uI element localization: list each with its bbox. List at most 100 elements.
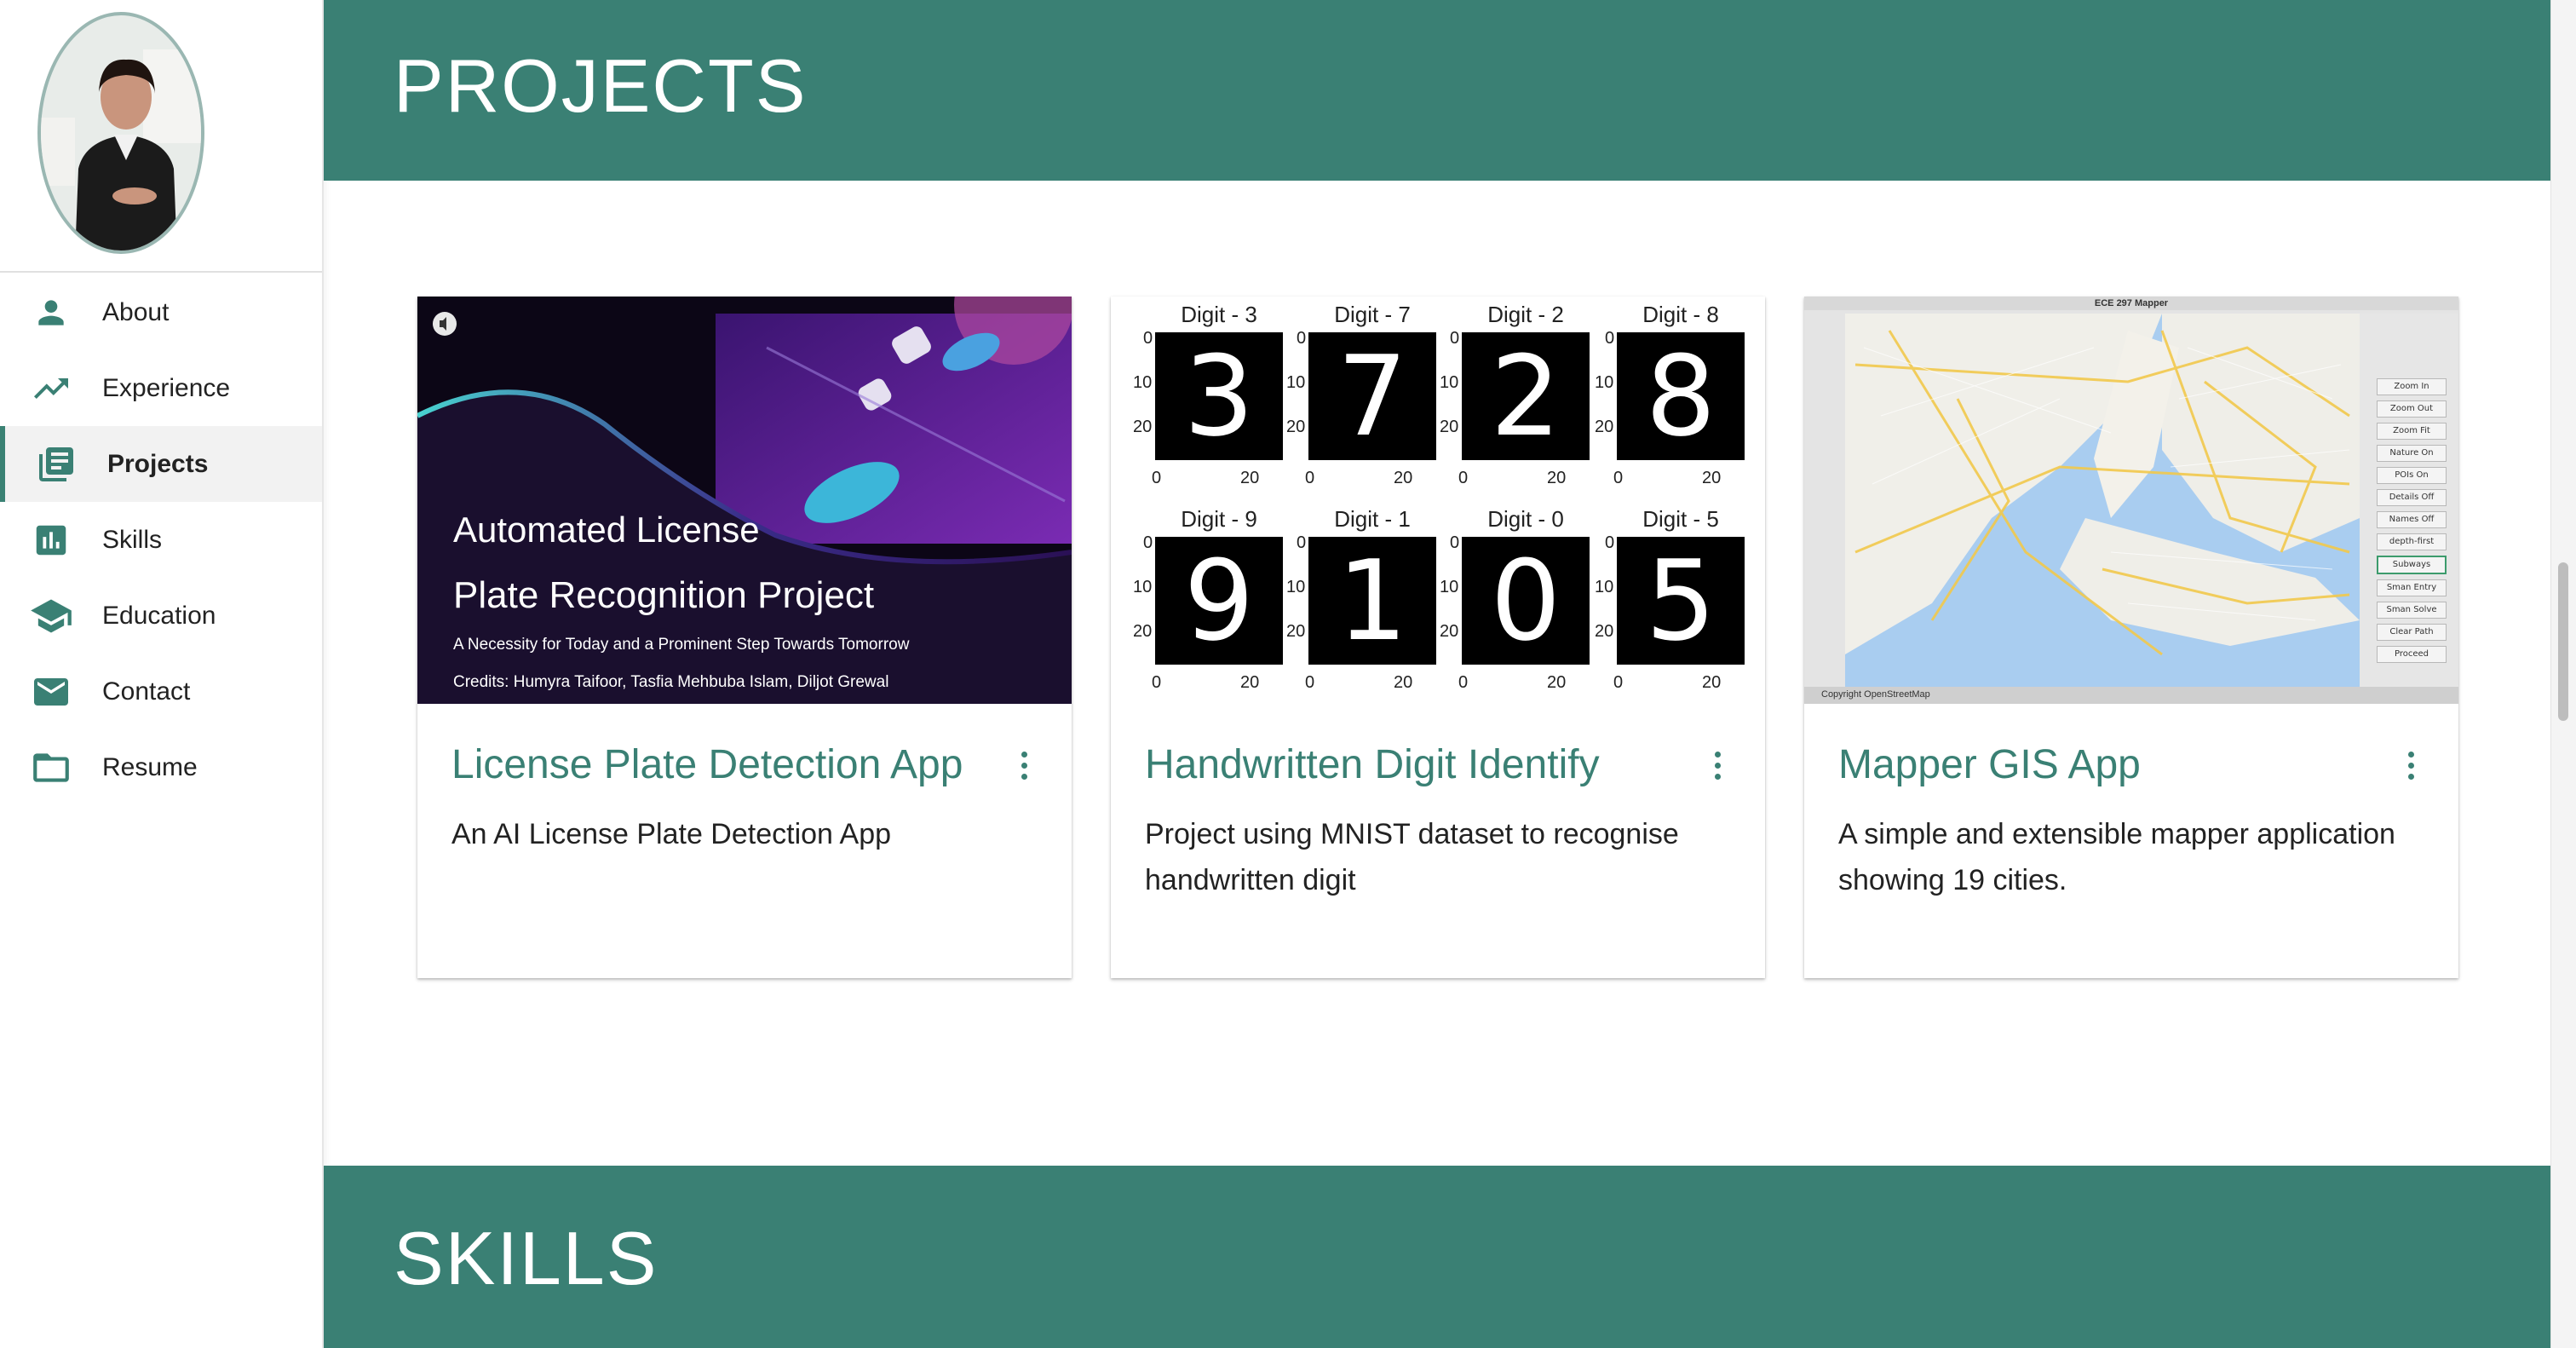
y-tick-label: 10 [1595,373,1614,392]
scrollbar-thumb[interactable] [2558,562,2568,721]
x-tick-label: 0 [1152,673,1162,692]
map-control-button[interactable]: POIs On [2377,467,2447,484]
digit-image: 3 [1155,332,1283,460]
map-control-button[interactable]: Names Off [2377,511,2447,528]
x-tick-label: 0 [1613,469,1624,487]
digit-glyph: 1 [1337,536,1408,665]
x-tick-label: 0 [1458,469,1469,487]
card-image[interactable]: ECE 297 Mapper Copyright OpenStreetMap Z… [1804,297,2458,704]
x-tick-label: 20 [1394,673,1413,692]
person-icon [27,289,75,337]
bar-chart-icon [27,516,75,564]
y-tick-label: 10 [1286,578,1306,596]
digit-label: Digit - 2 [1487,302,1564,327]
media-heading-line2: Plate Recognition Project [453,574,875,616]
y-tick-label: 20 [1595,622,1614,641]
map-control-button[interactable]: Zoom Out [2377,400,2447,418]
x-tick-label: 0 [1305,469,1315,487]
section-title: PROJECTS [394,43,808,128]
folder-icon [27,744,75,792]
map-control-button[interactable]: Details Off [2377,489,2447,506]
y-tick-label: 10 [1440,578,1459,596]
map-control-button[interactable]: Zoom Fit [2377,423,2447,440]
sidebar: About Experience Projects Skills Educati… [0,0,324,1348]
card-image[interactable]: Digit - 3 3 0 10 20 0 20 Digit - 7 7 0 10 20 0 20 Digi… [1111,297,1765,704]
x-tick-label: 20 [1702,469,1722,487]
project-card-mapper[interactable]: ECE 297 Mapper Copyright OpenStreetMap Z… [1804,297,2458,978]
media-credits: Credits: Humyra Taifoor, Tasfia Mehbuba … [453,673,889,691]
x-tick-label: 0 [1305,673,1315,692]
digit-label: Digit - 3 [1181,302,1257,327]
y-tick-label: 20 [1286,418,1306,436]
x-tick-label: 20 [1547,469,1567,487]
sidebar-item-education[interactable]: Education [0,578,322,654]
x-tick-label: 20 [1702,673,1722,692]
y-tick-label: 10 [1133,578,1153,596]
sidebar-item-contact[interactable]: Contact [0,654,322,729]
sidebar-nav: About Experience Projects Skills Educati… [0,274,322,805]
map-control-button[interactable]: Clear Path [2377,624,2447,641]
y-tick-label: 10 [1286,373,1306,392]
y-tick-label: 10 [1440,373,1459,392]
card-title[interactable]: License Plate Detection App [451,741,963,788]
y-tick-label: 0 [1297,533,1307,552]
map-control-button[interactable]: depth-first [2377,533,2447,550]
y-tick-label: 20 [1595,418,1614,436]
sidebar-item-about[interactable]: About [0,274,322,350]
map-control-panel: Zoom In Zoom Out Zoom Fit Nature On POIs On D… [2377,378,2447,668]
trending-up-icon [27,365,75,412]
card-description: A simple and extensible mapper applicati… [1838,818,2395,896]
digit-label: Digit - 8 [1642,302,1719,327]
map-control-button[interactable]: Zoom In [2377,378,2447,395]
map-control-button[interactable]: Proceed [2377,646,2447,663]
more-vert-icon[interactable] [2397,748,2424,786]
digit-glyph: 7 [1337,331,1408,461]
scrollbar[interactable] [2550,0,2576,1348]
map-control-button[interactable]: Nature On [2377,445,2447,462]
mail-icon [27,668,75,716]
card-description: Project using MNIST dataset to recognise… [1145,818,1679,896]
y-tick-label: 20 [1440,622,1459,641]
more-vert-icon[interactable] [1010,748,1038,786]
map-control-button[interactable]: Sman Entry [2377,579,2447,596]
project-card-digit[interactable]: Digit - 3 3 0 10 20 0 20 Digit - 7 7 0 10 20 0 20 Digi… [1111,297,1765,978]
card-title[interactable]: Mapper GIS App [1838,741,2141,788]
sidebar-item-experience[interactable]: Experience [0,350,322,426]
digit-label: Digit - 5 [1642,506,1719,532]
skills-section-header: SKILLS [324,1166,2550,1348]
digit-label: Digit - 0 [1487,506,1564,532]
digit-glyph: 5 [1645,536,1716,665]
digit-glyph: 8 [1645,331,1716,461]
graduation-cap-icon [27,592,75,640]
media-heading-line1: Automated License [453,510,760,550]
main-content: PROJECTS Automated License Plate Recogni… [324,0,2550,1348]
sidebar-item-skills[interactable]: Skills [0,502,322,578]
sidebar-item-resume[interactable]: Resume [0,729,322,805]
sidebar-item-label: Skills [102,525,163,554]
card-description: An AI License Plate Detection App [451,818,892,850]
digit-image: 2 [1462,332,1590,460]
map-control-button[interactable]: Sman Solve [2377,602,2447,619]
sidebar-item-projects[interactable]: Projects [0,426,322,502]
avatar [37,12,204,254]
digit-image: 0 [1462,537,1590,665]
window-title: ECE 297 Mapper [2094,298,2169,308]
y-tick-label: 0 [1605,329,1615,348]
sidebar-item-label: Projects [107,449,209,478]
section-title: SKILLS [394,1216,658,1300]
card-title[interactable]: Handwritten Digit Identify [1145,741,1600,788]
sidebar-item-label: Resume [102,752,198,781]
digit-glyph: 2 [1490,331,1561,461]
project-card-license-plate[interactable]: Automated License Plate Recognition Proj… [417,297,1072,978]
x-tick-label: 0 [1458,673,1469,692]
digit-glyph: 9 [1183,536,1255,665]
y-tick-label: 0 [1297,329,1307,348]
digit-image: 8 [1617,332,1745,460]
y-tick-label: 20 [1133,418,1153,436]
x-tick-label: 20 [1394,469,1413,487]
map-control-button[interactable]: Subways [2377,556,2447,574]
library-books-icon [32,441,80,488]
card-image[interactable]: Automated License Plate Recognition Proj… [417,297,1072,704]
more-vert-icon[interactable] [1704,748,1731,786]
y-tick-label: 10 [1133,373,1153,392]
